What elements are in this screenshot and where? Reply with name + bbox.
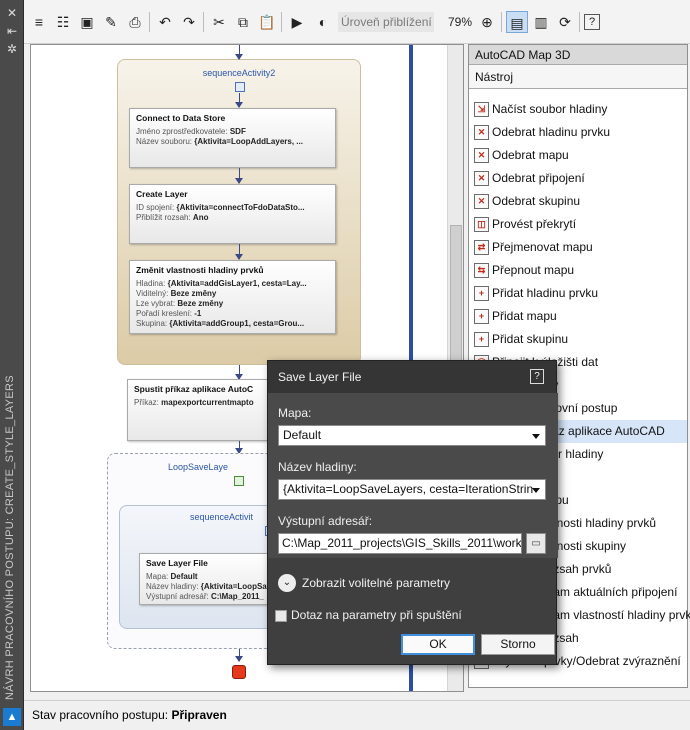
tool-item[interactable]: ✕ Odebrat skupinu — [471, 190, 687, 213]
optional-parameters-label: Zobrazit volitelné parametry — [302, 576, 451, 590]
auto-hide-icon[interactable]: ⇤ — [0, 22, 24, 40]
status-bar: Stav pracovního postupu: Připraven — [24, 700, 690, 730]
tool-icon: ⇲ — [474, 102, 489, 117]
tool-icon: ⇄ — [474, 240, 489, 255]
tool-item[interactable]: ⇆ Přepnout mapu — [471, 259, 687, 282]
prompt-parameters-checkbox[interactable] — [275, 610, 287, 622]
tool-item[interactable]: + Přidat skupinu — [471, 328, 687, 351]
tool-item[interactable]: ✕ Odebrat mapu — [471, 144, 687, 167]
properties-icon[interactable]: ✲ — [0, 40, 24, 58]
refresh-icon[interactable]: ⟳ — [554, 11, 576, 33]
tool-item-label: Odebrat mapu — [492, 148, 569, 162]
layer-name-value: {Aktivita=LoopSaveLayers, cesta=Iteratio… — [283, 482, 534, 496]
activity-title: Změnit vlastnosti hladiny prvků — [136, 265, 264, 275]
tool-icon: + — [474, 309, 489, 324]
help-icon[interactable]: ? — [584, 14, 600, 30]
layer-name-label: Název hladiny: — [278, 460, 357, 474]
show-optional-parameters[interactable]: ⌄ Zobrazit volitelné parametry — [278, 572, 548, 594]
expand-chevron-icon: ⌄ — [278, 574, 296, 592]
dialog-title: Save Layer File — [268, 361, 556, 393]
palette-side-strip: ✕ ⇤ ✲ NÁVRH PRACOVNÍHO POSTUPU: CREATE_S… — [0, 0, 24, 730]
toggle-properties-icon[interactable]: ▥ — [530, 11, 552, 33]
loop-icon — [234, 476, 244, 486]
tool-item-label: Přidat hladinu prvku — [492, 286, 599, 300]
tool-item[interactable]: ⇄ Přejmenovat mapu — [471, 236, 687, 259]
zoom-level-field[interactable]: Úroveň přiblížení — [338, 12, 434, 32]
chevron-down-icon — [532, 488, 540, 493]
tool-item-label: Odebrat připojení — [492, 171, 585, 185]
zoom-icon[interactable]: ⊕ — [476, 11, 498, 33]
tool-item-label: Načíst soubor hladiny — [492, 102, 608, 116]
zoom-percent: 79% — [448, 15, 473, 29]
tool-item[interactable]: + Přidat mapu — [471, 305, 687, 328]
copy-icon[interactable]: ⧉ — [232, 11, 254, 33]
undo-icon[interactable]: ↶ — [154, 11, 176, 33]
tool-icon: ✕ — [474, 171, 489, 186]
tool-item-label: Přepnout mapu — [492, 263, 575, 277]
tool-item-label: Provést překrytí — [492, 217, 577, 231]
activity-title: Create Layer — [136, 189, 188, 199]
toolbar: ≡ ☷ ▣ ✎ ⎙ ↶ ↷ ✂ ⧉ 📋 ▶ ◐ Úroveň přiblížen… — [24, 0, 690, 44]
workflow-end-icon — [232, 665, 246, 679]
tool-item-label: Přidat mapu — [492, 309, 557, 323]
ok-button[interactable]: OK — [401, 634, 475, 655]
redo-icon[interactable]: ↷ — [178, 11, 200, 33]
tool-icon: ✕ — [474, 194, 489, 209]
map-label: Mapa: — [278, 406, 312, 420]
prompt-parameters-label: Dotaz na parametry při spuštění — [291, 608, 462, 622]
toggle-toolbox-icon[interactable]: ▤ — [506, 11, 528, 33]
tool-item-label: Odebrat skupinu — [492, 194, 581, 208]
tool-item[interactable]: ✕ Odebrat připojení — [471, 167, 687, 190]
run-workflow-icon[interactable]: ▶ — [286, 11, 308, 33]
sequence-start-icon — [235, 82, 245, 92]
status-label: Stav pracovního postupu: — [32, 708, 169, 722]
status-value: Připraven — [171, 708, 227, 722]
activity-title: Connect to Data Store — [136, 113, 226, 123]
new-workflow-icon[interactable]: ≡ — [28, 11, 50, 33]
print-icon[interactable]: ⎙ — [124, 11, 146, 33]
activity-create-layer[interactable]: Create Layer ID spojení: {Aktivita=conne… — [129, 184, 336, 244]
tool-item[interactable]: + Přidat hladinu prvku — [471, 282, 687, 305]
chevron-down-icon — [532, 434, 540, 439]
save-icon[interactable]: ▣ — [76, 11, 98, 33]
tool-icon: + — [474, 332, 489, 347]
tool-item-label: Odebrat hladinu prvku — [492, 125, 611, 139]
tool-icon: ✕ — [474, 148, 489, 163]
close-icon[interactable]: ✕ — [0, 4, 24, 22]
tool-item[interactable]: ✕ Odebrat hladinu prvku — [471, 121, 687, 144]
dialog-help-icon[interactable]: ? — [530, 369, 544, 384]
tool-icon: ⇆ — [474, 263, 489, 278]
map-select[interactable]: Default — [278, 425, 546, 446]
tool-item[interactable]: ◫ Provést překrytí — [471, 213, 687, 236]
browse-folder-button[interactable]: ▭ — [526, 533, 546, 554]
paste-icon[interactable]: 📋 — [256, 11, 278, 33]
new-from-template-icon[interactable]: ☷ — [52, 11, 74, 33]
autocad-logo-icon[interactable]: ▲ — [3, 708, 21, 726]
output-folder-input[interactable]: C:\Map_2011_projects\GIS_Skills_2011\wor… — [278, 533, 522, 554]
activity-connect-to-data-store[interactable]: Connect to Data Store Jméno zprostředkov… — [129, 108, 336, 168]
zoom-pan-icon[interactable]: ◐ — [312, 11, 334, 33]
tool-item-label: Přidat skupinu — [492, 332, 569, 346]
save-layer-file-dialog: Save Layer File ? Mapa: Default Název hl… — [267, 360, 558, 665]
save-as-icon[interactable]: ✎ — [100, 11, 122, 33]
output-folder-label: Výstupní adresář: — [278, 514, 373, 528]
tool-icon: ✕ — [474, 125, 489, 140]
tool-item-label: Přejmenovat mapu — [492, 240, 593, 254]
map-select-value: Default — [283, 428, 322, 442]
activity-change-layer-properties[interactable]: Změnit vlastnosti hladiny prvků Hladina:… — [129, 260, 336, 334]
cancel-button[interactable]: Storno — [481, 634, 555, 655]
toolbox-column-header: Nástroj — [469, 65, 687, 89]
tool-item[interactable]: ⇲ Načíst soubor hladiny — [471, 98, 687, 121]
tool-icon: ◫ — [474, 217, 489, 232]
toolbox-category[interactable]: AutoCAD Map 3D — [469, 45, 687, 65]
layer-name-select[interactable]: {Aktivita=LoopSaveLayers, cesta=Iteratio… — [278, 479, 546, 500]
cut-icon[interactable]: ✂ — [208, 11, 230, 33]
tool-icon: + — [474, 286, 489, 301]
sequence-title: sequenceActivity2 — [202, 68, 276, 78]
